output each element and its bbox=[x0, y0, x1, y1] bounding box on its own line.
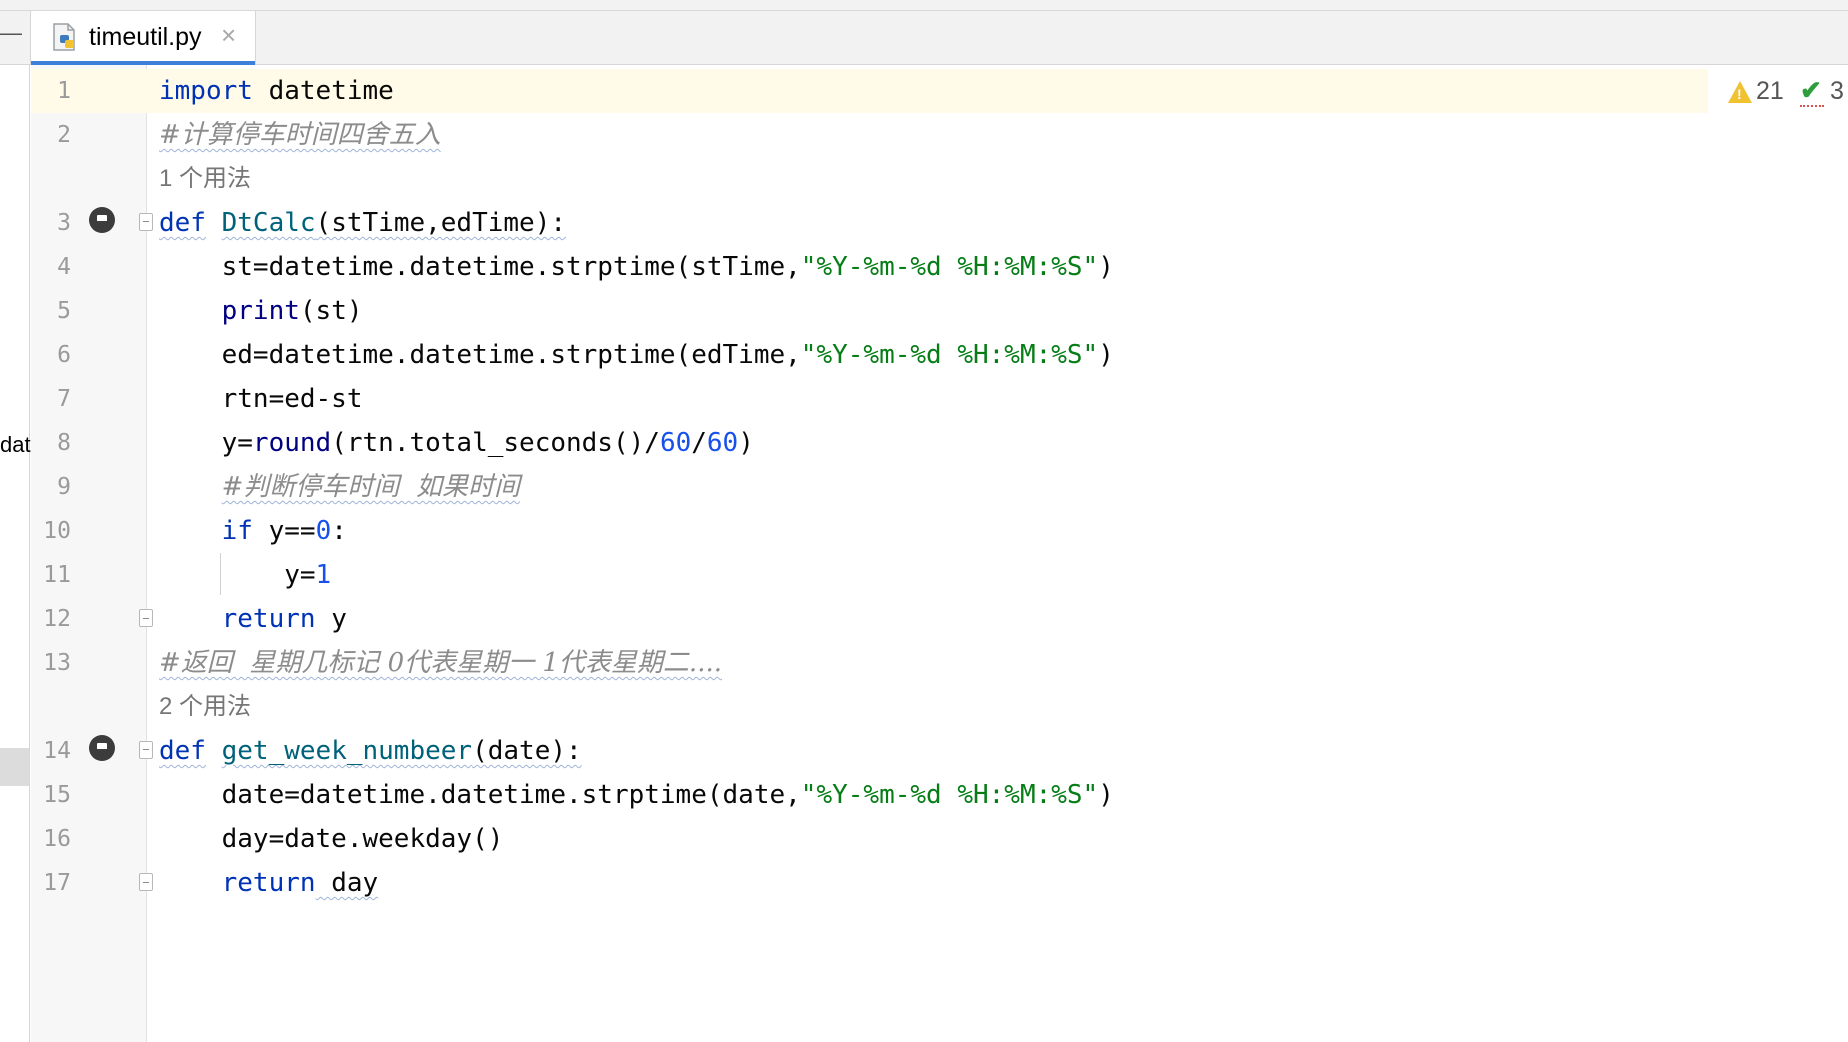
line-number: 4 bbox=[57, 254, 71, 280]
line-number: 12 bbox=[43, 606, 71, 632]
code-text: ed=datetime.datetime.strptime(edTime, bbox=[159, 340, 801, 370]
collapse-panel-icon[interactable]: — bbox=[0, 22, 22, 44]
code-text: ) bbox=[738, 428, 754, 458]
line-number: 2 bbox=[57, 122, 71, 148]
code-line-13[interactable]: #返回 星期几标记 0代表星期一 1代表星期二.... bbox=[159, 641, 722, 685]
line-number: 6 bbox=[57, 342, 71, 368]
line-number: 1 bbox=[57, 78, 71, 104]
code-text: ) bbox=[1098, 252, 1114, 282]
editor-tab-bar bbox=[0, 11, 1848, 65]
comment: #计算停车时间四舍五入 bbox=[159, 120, 441, 150]
code-text: day=date.weekday() bbox=[159, 824, 504, 854]
code-text: rtn=ed-st bbox=[159, 384, 363, 414]
line-number: 3 bbox=[57, 210, 71, 236]
line-number: 15 bbox=[43, 782, 71, 808]
code-text: / bbox=[691, 428, 707, 458]
keyword-return: return bbox=[221, 604, 316, 634]
function-name: DtCalc bbox=[221, 208, 316, 238]
function-params: (stTime,edTime): bbox=[315, 208, 566, 238]
fold-end-icon[interactable] bbox=[139, 873, 153, 891]
code-text: : bbox=[331, 516, 347, 546]
typo-squiggle-icon bbox=[1800, 99, 1824, 107]
line-number: 16 bbox=[43, 826, 71, 852]
line-number: 5 bbox=[57, 298, 71, 324]
module-name: datetime bbox=[252, 76, 394, 106]
usages-hint[interactable]: 2 个用法 bbox=[159, 685, 251, 729]
code-line-2[interactable]: #计算停车时间四舍五入 bbox=[159, 113, 441, 157]
number-literal: 1 bbox=[315, 560, 332, 590]
code-line-9[interactable]: #判断停车时间 如果时间 bbox=[159, 465, 520, 509]
project-panel-selection bbox=[0, 748, 29, 786]
string-literal: "%Y-%m-%d %H:%M:%S" bbox=[800, 340, 1099, 370]
close-icon[interactable]: × bbox=[221, 20, 236, 50]
keyword-return: return bbox=[221, 868, 316, 898]
code-text: (st) bbox=[299, 296, 363, 326]
keyword-import: import bbox=[159, 76, 253, 106]
builtin-round: round bbox=[252, 428, 332, 458]
keyword-def: def bbox=[159, 208, 206, 238]
code-line-15[interactable]: date=datetime.datetime.strptime(date,"%Y… bbox=[159, 773, 1114, 817]
line-number: 14 bbox=[43, 738, 71, 764]
line-number: 9 bbox=[57, 474, 71, 500]
code-line-12[interactable]: return y bbox=[159, 597, 347, 641]
code-line-5[interactable]: print(st) bbox=[159, 289, 363, 333]
line-number: 8 bbox=[57, 430, 71, 456]
code-text: day bbox=[315, 868, 379, 898]
code-line-16[interactable]: day=date.weekday() bbox=[159, 817, 504, 861]
code-text: (rtn.total_seconds()/ bbox=[331, 428, 660, 458]
builtin-print: print bbox=[221, 296, 300, 326]
line-number: 13 bbox=[43, 650, 71, 676]
function-params: (date): bbox=[472, 736, 582, 766]
tab-timeutil[interactable]: timeutil.py × bbox=[30, 11, 256, 65]
line-number: 7 bbox=[57, 386, 71, 412]
keyword-if: if bbox=[221, 516, 253, 546]
code-line-3[interactable]: def DtCalc(stTime,edTime): bbox=[159, 201, 566, 245]
project-panel-edge bbox=[0, 65, 30, 1042]
warning-icon: ! bbox=[1728, 81, 1752, 103]
code-line-17[interactable]: return day bbox=[159, 861, 379, 905]
usages-hint[interactable]: 1 个用法 bbox=[159, 157, 251, 201]
code-text: st=datetime.datetime.strptime(stTime, bbox=[159, 252, 801, 282]
comment: #判断停车时间 如果时间 bbox=[221, 472, 520, 502]
code-line-10[interactable]: if y==0: bbox=[159, 509, 347, 553]
python-file-icon bbox=[53, 23, 75, 51]
comment: #返回 星期几标记 0代表星期一 1代表星期二.... bbox=[159, 648, 722, 678]
project-panel-label: dat bbox=[0, 432, 31, 457]
string-literal: "%Y-%m-%d %H:%M:%S" bbox=[800, 252, 1099, 282]
code-text: ) bbox=[1098, 340, 1114, 370]
code-line-7[interactable]: rtn=ed-st bbox=[159, 377, 363, 421]
code-line-8[interactable]: y=round(rtn.total_seconds()/60/60) bbox=[159, 421, 754, 465]
inspection-widget[interactable]: ! 21 ✔ 3 bbox=[1712, 75, 1848, 111]
number-literal: 60 bbox=[659, 428, 692, 458]
code-text: y= bbox=[159, 560, 316, 590]
code-text: y= bbox=[159, 428, 253, 458]
line-number: 10 bbox=[43, 518, 71, 544]
code-line-6[interactable]: ed=datetime.datetime.strptime(edTime,"%Y… bbox=[159, 333, 1114, 377]
warning-count: 21 bbox=[1756, 77, 1784, 105]
window-top-border bbox=[0, 0, 1848, 11]
code-line-1[interactable]: import datetime bbox=[159, 69, 394, 113]
line-number: 11 bbox=[43, 562, 71, 588]
code-text: y== bbox=[252, 516, 316, 546]
typo-count: 3 bbox=[1830, 77, 1844, 105]
string-literal: "%Y-%m-%d %H:%M:%S" bbox=[800, 780, 1099, 810]
fold-open-icon[interactable] bbox=[139, 741, 153, 759]
code-line-14[interactable]: def get_week_numbeer(date): bbox=[159, 729, 582, 773]
code-text: y bbox=[315, 604, 347, 634]
code-text: ) bbox=[1098, 780, 1114, 810]
keyword-def: def bbox=[159, 736, 206, 766]
fold-open-icon[interactable] bbox=[139, 213, 153, 231]
code-line-4[interactable]: st=datetime.datetime.strptime(stTime,"%Y… bbox=[159, 245, 1114, 289]
fold-end-icon[interactable] bbox=[139, 609, 153, 627]
number-literal: 0 bbox=[315, 516, 332, 546]
run-function-icon[interactable] bbox=[89, 735, 115, 761]
run-function-icon[interactable] bbox=[89, 207, 115, 233]
number-literal: 60 bbox=[706, 428, 739, 458]
line-number: 17 bbox=[43, 870, 71, 896]
code-line-11[interactable]: y=1 bbox=[159, 553, 331, 597]
tab-filename: timeutil.py bbox=[89, 23, 202, 51]
function-name: get_week_numbeer bbox=[221, 736, 473, 766]
code-text: date=datetime.datetime.strptime(date, bbox=[159, 780, 801, 810]
